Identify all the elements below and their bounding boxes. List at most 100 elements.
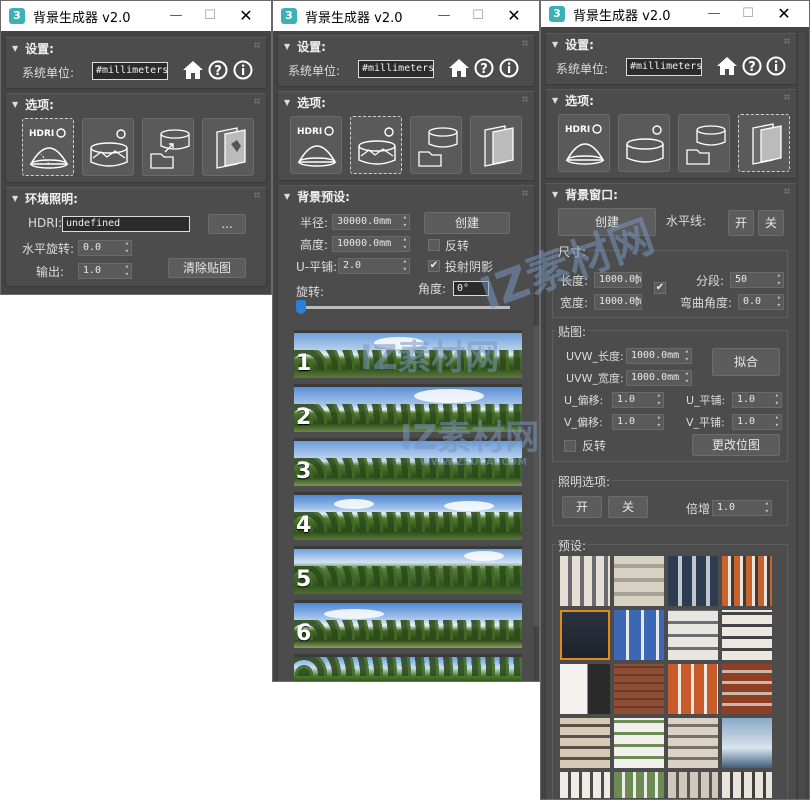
facade-thumbnail[interactable] (668, 610, 718, 660)
minimize-button[interactable]: — (161, 1, 191, 31)
hdri-path-field[interactable]: undefined (62, 216, 190, 232)
panorama-cylinder-button[interactable] (82, 118, 134, 176)
options-rollout-header[interactable]: ▼ 选项: (546, 90, 796, 110)
multiplier-spinner[interactable]: 1.0 (712, 500, 772, 516)
bg-window-header[interactable]: ▼ 背景窗口: (546, 184, 796, 204)
lock-aspect-checkbox[interactable]: ✔ (654, 282, 666, 294)
window-backdrop-button[interactable] (470, 116, 522, 174)
facade-thumbnail[interactable] (614, 610, 664, 660)
horizon-off-button[interactable]: 关 (758, 210, 784, 236)
angle-field[interactable]: 0° (453, 281, 489, 296)
bend-angle-spinner[interactable]: 0.0 (738, 294, 784, 310)
preset-thumbnail-1[interactable]: 1 (294, 330, 522, 378)
title-bar[interactable]: 3 背景生成器 v2.0 — ☐ ✕ (273, 1, 539, 31)
hdri-dome-button[interactable]: HDRI (290, 116, 342, 174)
drag-grip-icon[interactable] (784, 38, 790, 44)
u-tile-spinner[interactable]: 1.0 (732, 392, 782, 408)
title-bar[interactable]: 3 背景生成器 v2.0 — ☐ ✕ (1, 1, 271, 31)
facade-thumbnail[interactable] (722, 772, 772, 798)
unit-field[interactable]: #millimeters (626, 58, 702, 76)
env-lighting-header[interactable]: ▼ 环境照明: (6, 188, 266, 208)
info-icon[interactable] (499, 58, 519, 78)
hdri-dome-button[interactable]: HDRI (558, 114, 610, 172)
preset-thumbnail-5[interactable]: 5 (294, 546, 522, 594)
radius-spinner[interactable]: 30000.0mm (332, 214, 410, 230)
preset-thumbnail-2[interactable]: 2 (294, 384, 522, 432)
hdri-dome-button[interactable]: HDRI (22, 118, 74, 176)
options-rollout-header[interactable]: ▼ 选项: (278, 92, 534, 112)
panorama-cylinder-button[interactable] (350, 116, 402, 174)
facade-thumbnail[interactable] (560, 772, 610, 798)
window-scrollbar[interactable] (799, 33, 805, 799)
minimize-button[interactable]: — (429, 1, 459, 31)
bg-preset-header[interactable]: ▼ 背景预设: (278, 186, 534, 206)
drag-grip-icon[interactable] (784, 188, 790, 194)
close-button[interactable]: ✕ (231, 1, 261, 31)
facade-thumbnail[interactable] (614, 556, 664, 606)
preset-thumbnail-6[interactable]: 6 (294, 600, 522, 648)
facade-thumbnail[interactable] (614, 664, 664, 714)
home-icon[interactable] (448, 58, 470, 78)
facade-thumbnail[interactable] (668, 718, 718, 768)
home-icon[interactable] (182, 60, 204, 80)
window-backdrop-button[interactable] (202, 118, 254, 176)
cast-shadow-checkbox[interactable]: ✔ (428, 260, 440, 272)
help-icon[interactable]: ? (742, 56, 762, 76)
facade-thumbnail[interactable] (560, 664, 610, 714)
preset-thumbnail-4[interactable]: 4 (294, 492, 522, 540)
drag-grip-icon[interactable] (522, 190, 528, 196)
u-tile-spinner[interactable]: 2.0 (338, 258, 410, 274)
maximize-button[interactable]: ☐ (463, 1, 493, 31)
flip-checkbox[interactable] (428, 239, 440, 251)
u-offset-spinner[interactable]: 1.0 (612, 392, 664, 408)
panorama-cylinder-button[interactable] (618, 114, 670, 172)
options-rollout-header[interactable]: ▼ 选项: (6, 94, 266, 114)
v-offset-spinner[interactable]: 1.0 (612, 414, 664, 430)
rotation-slider-track[interactable] (296, 306, 510, 309)
facade-thumbnail[interactable] (722, 718, 772, 768)
horizon-on-button[interactable]: 开 (728, 210, 754, 236)
minimize-button[interactable]: — (699, 1, 729, 27)
facade-thumbnail[interactable] (722, 610, 772, 660)
close-button[interactable]: ✕ (499, 1, 529, 31)
width-spinner[interactable]: 1000.0mm (594, 294, 642, 310)
facade-thumbnail[interactable] (722, 556, 772, 606)
facade-thumbnail[interactable] (668, 772, 718, 798)
window-backdrop-button[interactable] (738, 114, 790, 172)
maximize-button[interactable]: ☐ (733, 1, 763, 27)
drag-grip-icon[interactable] (254, 42, 260, 48)
drag-grip-icon[interactable] (254, 98, 260, 104)
facade-thumbnail[interactable] (614, 718, 664, 768)
facade-thumbnail[interactable] (560, 718, 610, 768)
segments-spinner[interactable]: 50 (730, 272, 784, 288)
settings-rollout-header[interactable]: ▼ 设置: (278, 36, 534, 56)
light-off-button[interactable]: 关 (608, 496, 648, 518)
help-icon[interactable]: ? (474, 58, 494, 78)
help-icon[interactable]: ? (208, 60, 228, 80)
height-spinner[interactable]: 10000.0mm (332, 236, 410, 252)
info-icon[interactable] (233, 60, 253, 80)
create-button[interactable]: 创建 (558, 208, 656, 236)
browse-hdri-button[interactable]: ... (208, 214, 246, 234)
drag-grip-icon[interactable] (254, 192, 260, 198)
preset-thumbnail-7[interactable] (294, 654, 522, 681)
flip-checkbox[interactable] (564, 440, 576, 452)
drag-grip-icon[interactable] (522, 40, 528, 46)
home-icon[interactable] (716, 56, 738, 76)
rotation-slider-thumb[interactable] (296, 300, 306, 314)
facade-thumbnail[interactable] (560, 610, 610, 660)
facade-thumbnail[interactable] (668, 664, 718, 714)
import-map-button[interactable] (142, 118, 194, 176)
facade-thumbnail[interactable] (614, 772, 664, 798)
fit-button[interactable]: 拟合 (712, 348, 780, 376)
settings-rollout-header[interactable]: ▼ 设置: (546, 34, 796, 54)
close-button[interactable]: ✕ (769, 1, 799, 27)
import-map-button[interactable] (410, 116, 462, 174)
drag-grip-icon[interactable] (522, 96, 528, 102)
unit-field[interactable]: #millimeters (92, 62, 168, 80)
facade-thumbnail[interactable] (722, 664, 772, 714)
info-icon[interactable] (766, 56, 786, 76)
unit-field[interactable]: #millimeters (358, 60, 434, 78)
settings-rollout-header[interactable]: ▼ 设置: (6, 38, 266, 58)
drag-grip-icon[interactable] (784, 94, 790, 100)
